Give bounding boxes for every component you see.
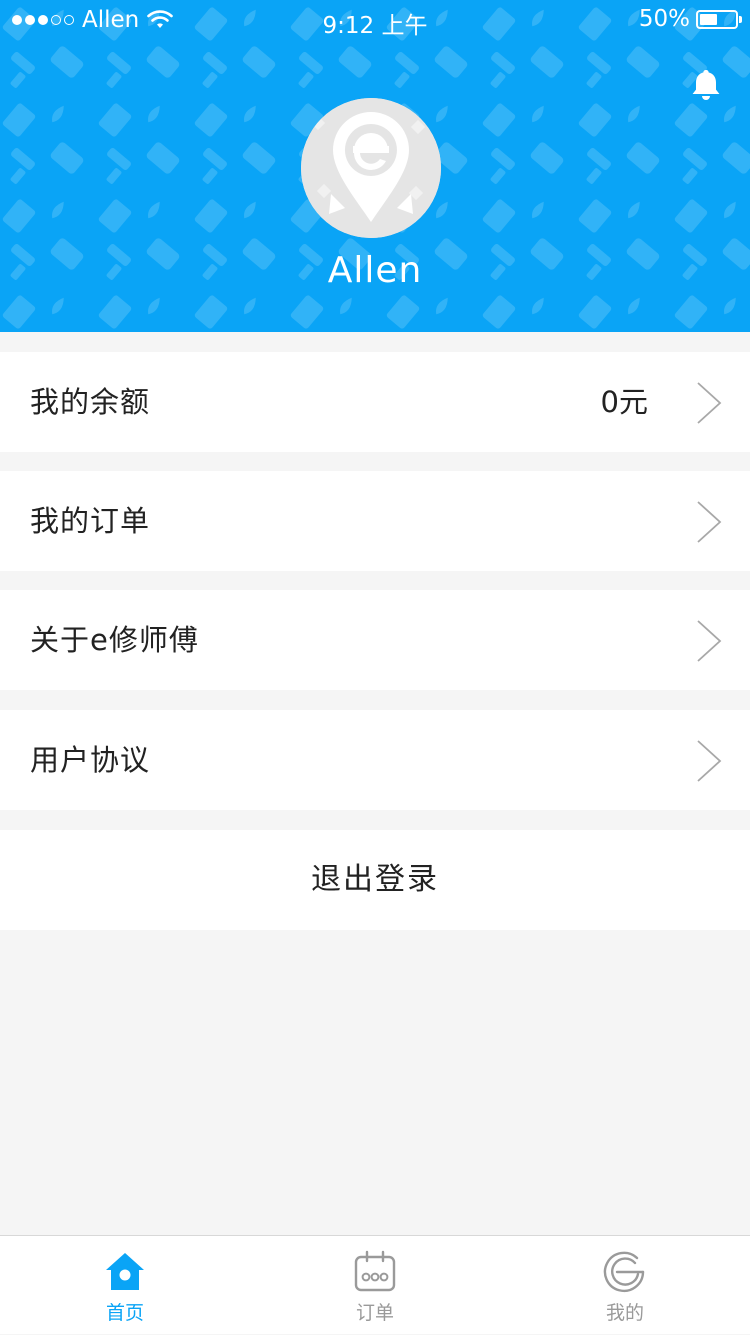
bell-icon[interactable] xyxy=(690,68,722,102)
menu-item-label: 我的余额 xyxy=(30,385,151,419)
menu-item-label: 关于e修师傅 xyxy=(30,623,199,657)
chevron-right-icon xyxy=(697,620,722,662)
logout-label: 退出登录 xyxy=(311,862,439,897)
tab-orders[interactable]: 订单 xyxy=(250,1236,500,1335)
menu-item-orders[interactable]: 我的订单 xyxy=(0,471,750,571)
menu-item-label: 我的订单 xyxy=(30,504,151,538)
menu-item-label: 用户协议 xyxy=(30,743,151,777)
tab-label: 我的 xyxy=(605,1302,644,1324)
home-icon xyxy=(106,1253,144,1290)
battery-percent: 50% xyxy=(638,6,690,32)
username: Allen xyxy=(327,250,423,291)
tab-bar: 首页 订单 我的 xyxy=(0,1235,750,1334)
status-right: 50% xyxy=(638,6,742,32)
calendar-icon xyxy=(354,1250,396,1292)
battery-icon xyxy=(696,9,742,29)
e-map-pin-logo-icon xyxy=(301,98,441,238)
tab-mine[interactable]: 我的 xyxy=(500,1236,750,1335)
profile-header: Allen 9:12 上午 50% Allen xyxy=(0,0,750,332)
tab-label: 首页 xyxy=(105,1302,144,1324)
status-time: 9:12 上午 xyxy=(322,13,428,39)
avatar[interactable] xyxy=(301,98,441,238)
chevron-right-icon xyxy=(697,740,722,782)
e-logo-icon xyxy=(603,1251,645,1293)
chevron-right-icon xyxy=(697,382,722,424)
menu-item-about[interactable]: 关于e修师傅 xyxy=(0,590,750,690)
menu-item-user-agreement[interactable]: 用户协议 xyxy=(0,710,750,810)
status-bar: Allen 9:12 上午 50% xyxy=(0,0,750,40)
chevron-right-icon xyxy=(697,501,722,543)
logout-button[interactable]: 退出登录 xyxy=(0,830,750,930)
tab-label: 订单 xyxy=(355,1302,394,1324)
menu-item-balance[interactable]: 我的余额 0元 xyxy=(0,352,750,452)
tab-home[interactable]: 首页 xyxy=(0,1236,250,1335)
balance-value: 0元 xyxy=(600,385,648,419)
